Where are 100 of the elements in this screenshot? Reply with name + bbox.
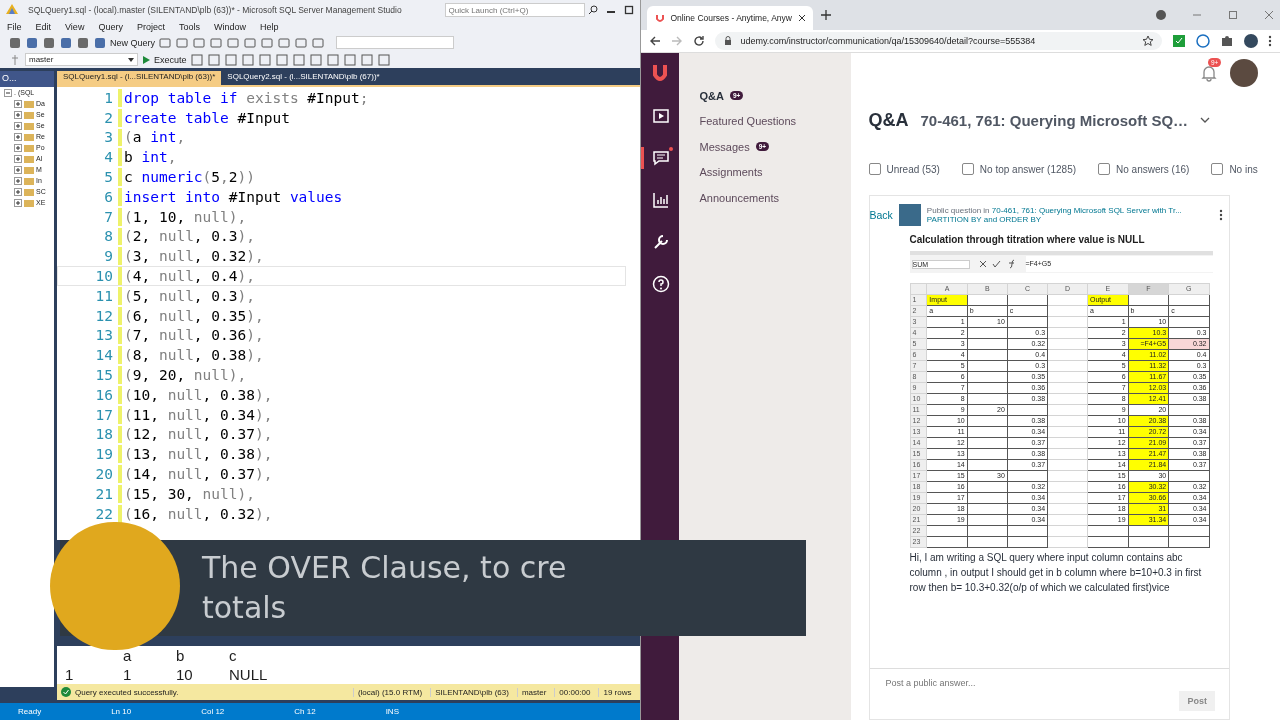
toolbar-icon[interactable]: [325, 52, 340, 67]
quick-launch-field[interactable]: Quick Launch (Ctrl+Q): [444, 3, 585, 17]
expand-icon[interactable]: [14, 143, 22, 152]
toolbar-icon[interactable]: [294, 35, 308, 50]
new-query-button[interactable]: New Query: [110, 37, 155, 48]
document-tab[interactable]: SQLQuery1.sql - (l...SILENTAND\plb (63))*: [57, 71, 222, 85]
star-icon[interactable]: [1142, 35, 1154, 47]
code-line: (1, 10, null),: [124, 208, 247, 225]
toolbar-icon[interactable]: [42, 35, 56, 50]
filter-label[interactable]: No top answer (1285): [979, 163, 1077, 175]
chevron-down-icon[interactable]: [1200, 115, 1211, 125]
expand-icon[interactable]: [14, 154, 22, 163]
toolbar-icon[interactable]: [175, 35, 189, 50]
filter-checkbox[interactable]: [1211, 163, 1224, 175]
course-dropdown[interactable]: 70-461, 761: Querying Microsoft SQ…: [920, 111, 1189, 129]
expand-icon[interactable]: [14, 198, 22, 207]
reload-icon[interactable]: [692, 35, 705, 47]
menu-item[interactable]: Project: [136, 22, 165, 32]
toolbar-icon[interactable]: [376, 52, 391, 67]
bell-icon[interactable]: [1200, 64, 1218, 82]
filter-label[interactable]: No ins: [1229, 163, 1258, 175]
menu-item[interactable]: Tools: [178, 22, 200, 32]
filter-label[interactable]: No answers (16): [1116, 163, 1190, 175]
toolbar-icon[interactable]: [260, 35, 274, 50]
address-bar[interactable]: udemy.com/instructor/communication/qa/15309640/detail?course=555384: [714, 32, 1162, 50]
expand-icon[interactable]: [14, 121, 22, 130]
menu-item[interactable]: Query: [98, 22, 123, 32]
back-arrow-icon[interactable]: [648, 35, 661, 47]
toolbar-icon[interactable]: [308, 52, 323, 67]
toolbar-icon[interactable]: [206, 52, 221, 67]
extension-icon[interactable]: [1172, 34, 1186, 48]
toolbar-icon[interactable]: [342, 52, 357, 67]
filter-checkbox[interactable]: [868, 163, 881, 175]
close-icon[interactable]: [1264, 10, 1274, 20]
menu-item[interactable]: View: [65, 22, 85, 32]
toolbar-icon[interactable]: [25, 35, 39, 50]
expand-icon[interactable]: [14, 176, 22, 185]
expand-icon[interactable]: [14, 165, 22, 174]
toolbar-icon[interactable]: [93, 35, 107, 50]
toolbar-icon[interactable]: [158, 35, 172, 50]
caption-text: The OVER Clause, to cre: [202, 549, 567, 587]
more-options-icon[interactable]: [1219, 209, 1223, 221]
toolbar-icon[interactable]: [223, 52, 238, 67]
nav-link[interactable]: Announcements: [699, 191, 779, 204]
expand-icon[interactable]: [14, 132, 22, 141]
code-line: (6, null, 0.35),: [124, 307, 264, 324]
toolbar-icon[interactable]: [192, 35, 206, 50]
nav-link[interactable]: Messages: [699, 140, 750, 153]
menu-item[interactable]: Edit: [35, 22, 52, 32]
toolbar-icon[interactable]: [226, 35, 240, 50]
panel-title[interactable]: O...: [2, 73, 17, 83]
toolbar-icon[interactable]: [59, 35, 73, 50]
toolbar-icon[interactable]: [359, 52, 374, 67]
user-avatar[interactable]: [1230, 59, 1258, 87]
profile-icon[interactable]: [1156, 10, 1166, 20]
toolbar-icon[interactable]: [209, 35, 223, 50]
document-tab[interactable]: SQLQuery2.sql - (l...SILENTAND\plb (67))*: [221, 71, 386, 85]
toolbar-icon[interactable]: [189, 52, 204, 67]
filter-checkbox[interactable]: [961, 163, 974, 175]
collapse-icon[interactable]: [4, 88, 12, 97]
toolbar-icon[interactable]: [76, 35, 90, 50]
extension-icon[interactable]: [1196, 34, 1210, 48]
menu-item[interactable]: File: [7, 22, 22, 32]
expand-icon[interactable]: [14, 110, 22, 119]
toolbar-icon[interactable]: [274, 52, 289, 67]
filter-label[interactable]: Unread (53): [886, 163, 940, 175]
menu-item[interactable]: Help: [259, 22, 279, 32]
expand-icon[interactable]: [14, 187, 22, 196]
puzzle-icon[interactable]: [1220, 34, 1234, 48]
execute-button[interactable]: Execute: [141, 54, 187, 65]
menu-item[interactable]: Window: [213, 22, 246, 32]
nav-link[interactable]: Featured Questions: [699, 115, 797, 128]
toolbar-icon[interactable]: [277, 35, 291, 50]
filter-checkbox[interactable]: [1098, 163, 1111, 175]
nav-link[interactable]: Assignments: [699, 166, 763, 179]
toolbar-icon[interactable]: [243, 35, 257, 50]
browser-tab[interactable]: Online Courses - Anytime, Anyw: [646, 6, 813, 30]
line-number: 15: [94, 367, 114, 384]
new-tab-icon[interactable]: [820, 10, 831, 20]
search-icon: [587, 5, 598, 15]
folder-icon: [24, 109, 34, 120]
column-header: b: [175, 647, 186, 664]
toolbar-icon[interactable]: [311, 35, 325, 50]
toolbar-icon[interactable]: [240, 52, 255, 67]
nav-link[interactable]: Q&A: [699, 89, 724, 102]
expand-icon[interactable]: [14, 99, 22, 108]
database-dropdown[interactable]: master: [25, 53, 138, 66]
toolbar-icon[interactable]: [257, 52, 272, 67]
status-field: (local) (15.0 RTM): [352, 687, 427, 697]
lecture-link[interactable]: PARTITION BY and ORDER BY: [926, 215, 1213, 224]
avatar-icon[interactable]: [1244, 34, 1258, 48]
menu-icon[interactable]: [1268, 35, 1272, 47]
back-link[interactable]: Back: [869, 209, 893, 221]
result-cell-text: NULL: [228, 666, 269, 683]
maximize-icon[interactable]: [623, 5, 634, 15]
code-line: (13, null, 0.38),: [124, 446, 273, 463]
toolbar-icon[interactable]: [291, 52, 306, 67]
course-link[interactable]: 70-461, 761: Querying Microsoft SQL Server with Tr...: [991, 206, 1182, 215]
toolbar-icon[interactable]: [8, 35, 22, 50]
close-tab-icon[interactable]: [797, 14, 806, 22]
